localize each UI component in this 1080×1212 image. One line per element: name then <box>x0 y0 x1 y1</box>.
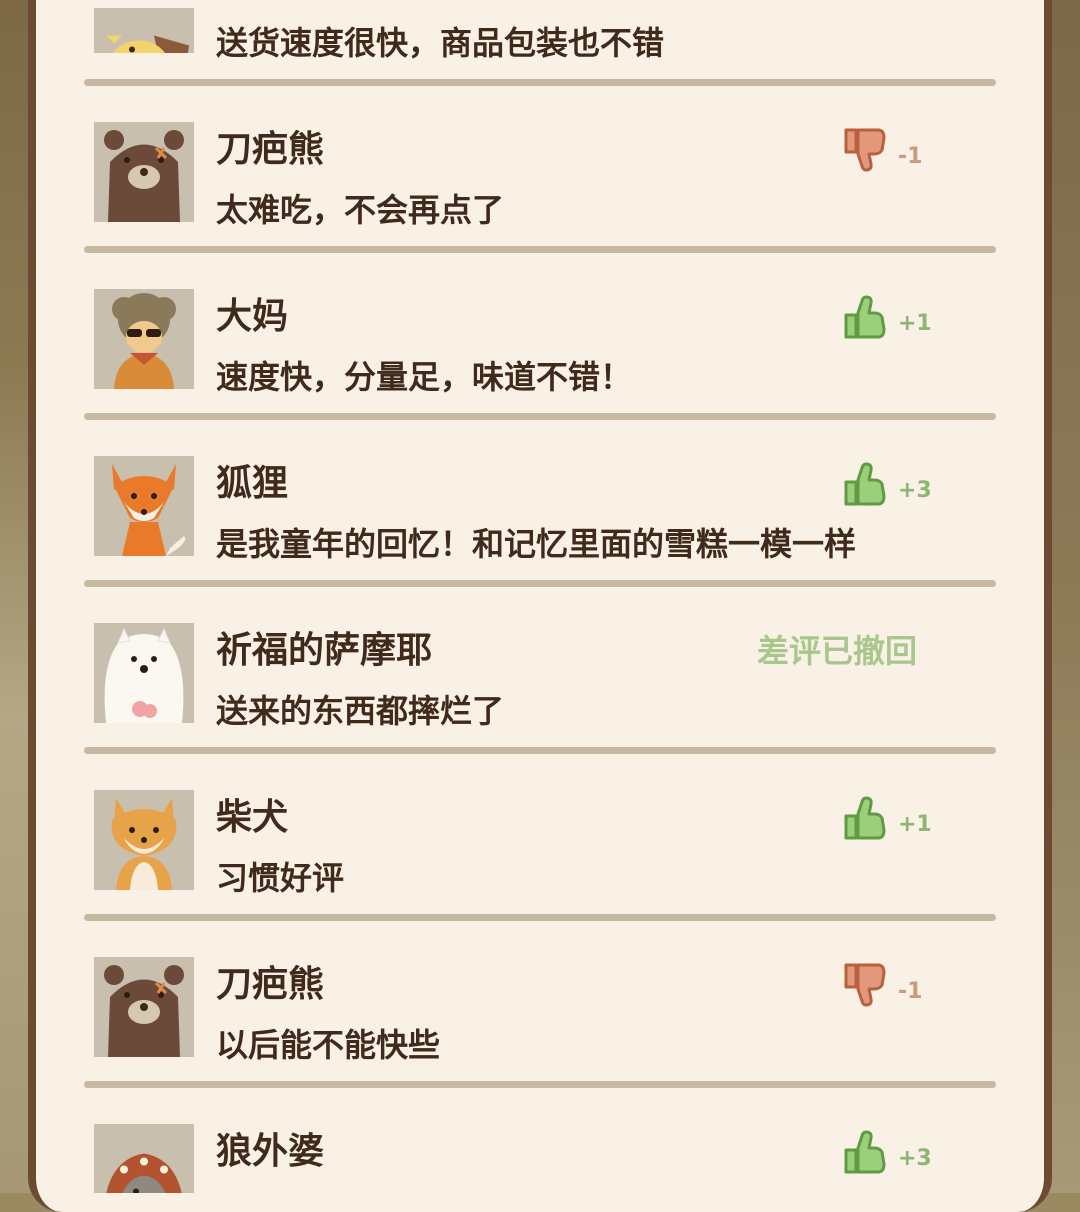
divider <box>84 747 996 754</box>
thumb-up-rating: +3 <box>842 460 932 508</box>
review-comment: 送货速度很快，商品包装也不错 <box>216 24 665 62</box>
divider <box>84 246 996 253</box>
review-item: 送货速度很快，商品包装也不错 <box>0 0 1080 86</box>
review-item: 狼外婆 +3 <box>0 1124 1080 1193</box>
thumb-down-icon <box>844 128 886 172</box>
thumb-up-rating: +1 <box>842 293 932 341</box>
chick-avatar-icon <box>94 8 194 53</box>
shiba-avatar-icon <box>94 790 194 890</box>
thumb-down-rating: -1 <box>842 126 932 174</box>
divider <box>84 79 996 86</box>
review-comment: 是我童年的回忆！和记忆里面的雪糕一模一样 <box>216 525 857 563</box>
review-item: 柴犬 习惯好评 +1 <box>0 790 1080 957</box>
review-item: 祈福的萨摩耶 送来的东西都摔烂了 差评已撤回 <box>0 623 1080 790</box>
thumb-up-rating: +3 <box>842 1128 932 1176</box>
thumb-down-icon <box>844 963 886 1007</box>
samoyed-avatar-icon <box>94 623 194 723</box>
auntie-avatar-icon <box>94 289 194 389</box>
thumb-up-rating: +1 <box>842 794 932 842</box>
review-comment: 速度快，分量足，味道不错！ <box>216 358 633 396</box>
divider <box>84 413 996 420</box>
reviewer-name: 大妈 <box>216 296 289 337</box>
review-comment: 习惯好评 <box>216 859 345 897</box>
review-comment: 送来的东西都摔烂了 <box>216 692 505 730</box>
rating-score: +1 <box>898 311 932 336</box>
scarred-bear-avatar-icon <box>94 957 194 1057</box>
thumb-down-rating: -1 <box>842 961 932 1009</box>
thumb-up-icon <box>844 462 886 506</box>
reviewer-name: 刀疤熊 <box>216 129 325 170</box>
review-comment: 以后能不能快些 <box>216 1026 441 1064</box>
rating-score: -1 <box>898 979 923 1004</box>
rating-score: -1 <box>898 144 923 169</box>
reviewer-name: 祈福的萨摩耶 <box>216 630 433 671</box>
fox-avatar-icon <box>94 456 194 556</box>
reviewer-name: 狼外婆 <box>216 1131 325 1172</box>
divider <box>84 580 996 587</box>
rating-score: +3 <box>898 478 932 503</box>
rating-score: +1 <box>898 812 932 837</box>
review-comment: 太难吃，不会再点了 <box>216 191 505 229</box>
withdrawn-badge: 差评已撤回 <box>757 632 918 670</box>
rating-score: +3 <box>898 1146 932 1171</box>
scarred-bear-avatar-icon <box>94 122 194 222</box>
reviewer-name: 狐狸 <box>216 463 289 504</box>
review-item: 刀疤熊 太难吃，不会再点了 -1 <box>0 122 1080 289</box>
review-item: 大妈 速度快，分量足，味道不错！ +1 <box>0 289 1080 456</box>
thumb-up-icon <box>844 1130 886 1174</box>
thumb-up-icon <box>844 295 886 339</box>
wolf-grandma-avatar-icon <box>94 1124 194 1193</box>
thumb-up-icon <box>844 796 886 840</box>
review-item: 刀疤熊 以后能不能快些 -1 <box>0 957 1080 1124</box>
divider <box>84 914 996 921</box>
reviewer-name: 刀疤熊 <box>216 964 325 1005</box>
divider <box>84 1081 996 1088</box>
review-item: 狐狸 是我童年的回忆！和记忆里面的雪糕一模一样 +3 <box>0 456 1080 623</box>
reviewer-name: 柴犬 <box>216 797 289 838</box>
